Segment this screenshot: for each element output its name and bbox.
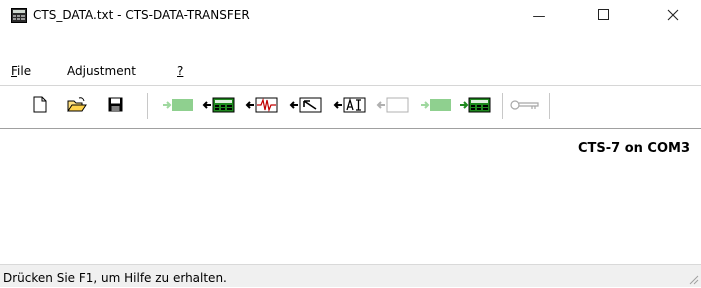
empty-display-button[interactable] [375, 95, 411, 117]
empty-display-icon [376, 97, 410, 116]
signal-button[interactable] [244, 95, 280, 117]
new-button[interactable] [30, 95, 50, 117]
open-button[interactable] [65, 95, 89, 117]
transfer-data-icon [458, 97, 492, 116]
close-icon [667, 9, 679, 24]
close-button[interactable] [650, 0, 696, 32]
resize-grip-icon[interactable] [687, 273, 699, 285]
send-button[interactable] [160, 95, 196, 117]
receive-button[interactable] [201, 95, 237, 117]
toolbar-separator-3 [549, 93, 550, 119]
save-disk-icon [108, 97, 123, 115]
signal-curve-icon [245, 97, 279, 116]
analog-input-icon [333, 97, 367, 116]
status-text: Drücken Sie F1, um Hilfe zu erhalten. [3, 271, 227, 285]
maximize-icon [597, 9, 609, 23]
menu-file[interactable]: File [11, 64, 31, 78]
cursor-arrow-icon [289, 97, 323, 116]
minimize-icon: — [532, 8, 546, 24]
menu-file-label: ile [17, 64, 32, 78]
transfer-data-button[interactable] [457, 95, 493, 117]
menu-adjustment[interactable]: Adjustment [67, 64, 136, 78]
open-folder-icon [67, 96, 87, 116]
minimize-button[interactable]: — [516, 0, 562, 32]
cursor-button[interactable] [288, 95, 324, 117]
new-document-icon [33, 96, 47, 116]
maximize-button[interactable] [580, 0, 626, 32]
transfer-device-button[interactable] [418, 95, 454, 117]
device-status: CTS-7 on COM3 [577, 141, 690, 156]
toolbar-separator [147, 93, 148, 119]
send-data-icon [161, 97, 195, 116]
receive-data-icon [202, 97, 236, 116]
key-button[interactable] [509, 95, 541, 117]
save-button[interactable] [105, 95, 125, 117]
status-bar: Drücken Sie F1, um Hilfe zu erhalten. [0, 264, 701, 287]
key-icon [510, 99, 540, 114]
analog-input-button[interactable] [332, 95, 368, 117]
window-title: CTS_DATA.txt - CTS-DATA-TRANSFER [33, 8, 250, 22]
menu-help[interactable]: ? [177, 64, 183, 78]
toolbar-separator-2 [502, 93, 503, 119]
transfer-device-icon [419, 97, 453, 116]
title-bar[interactable]: CTS_DATA.txt - CTS-DATA-TRANSFER — [0, 0, 701, 32]
app-icon [11, 8, 27, 23]
